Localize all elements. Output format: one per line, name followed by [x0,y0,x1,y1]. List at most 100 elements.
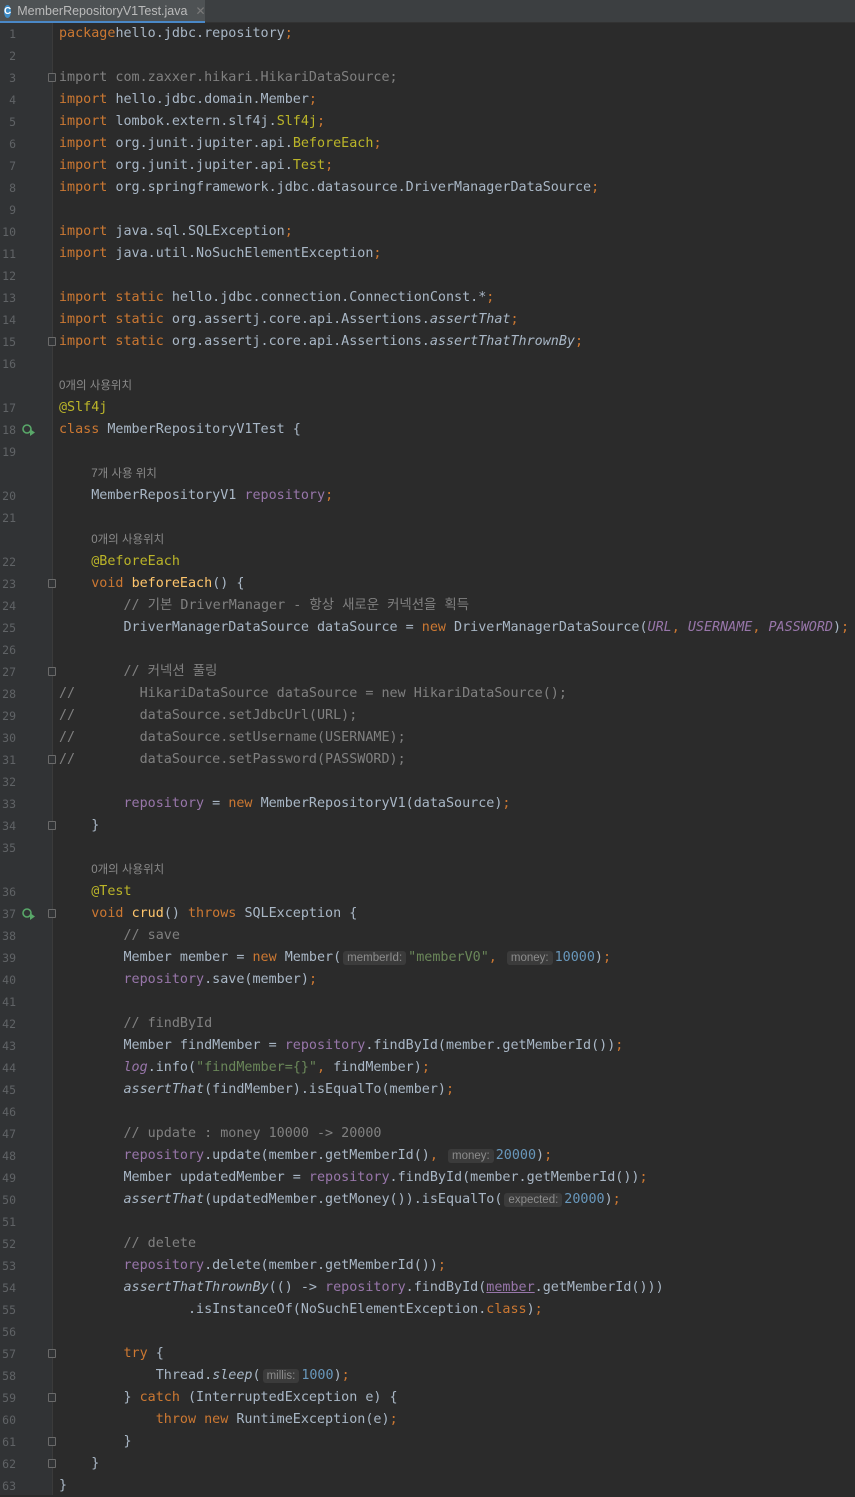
code-line[interactable]: 21 [0,507,855,529]
code-line[interactable]: 10 import java.sql.SQLException; [0,221,855,243]
code-line[interactable]: 14 import static org.assertj.core.api.Ass… [0,309,855,331]
fold-marker-icon[interactable] [48,1393,56,1402]
run-test-icon[interactable] [22,424,36,436]
code-line[interactable]: 41 [0,991,855,1013]
code-line[interactable]: 19 [0,441,855,463]
code-line[interactable]: 32 [0,771,855,793]
code-line[interactable]: 55 .isInstanceOf(NoSuchElementException.… [0,1299,855,1321]
code-line[interactable]: 35 [0,837,855,859]
usage-hint-text[interactable]: 0개의 사용위치 [91,529,164,551]
java-class-icon: C [4,4,12,18]
usage-hint-text[interactable]: 0개의 사용위치 [59,375,132,397]
code-line[interactable]: 33 repository = new MemberRepositoryV1(d… [0,793,855,815]
code-line[interactable]: 63} [0,1475,855,1497]
code-token: class [59,422,108,437]
code-line[interactable]: 13 import static hello.jdbc.connection.Co… [0,287,855,309]
code-line[interactable]: 12 [0,265,855,287]
code-line[interactable]: 54 assertThatThrownBy(() -> repository.f… [0,1277,855,1299]
close-icon[interactable]: ✕ [195,4,205,18]
code-line[interactable]: 40 repository.save(member); [0,969,855,991]
code-line[interactable]: 11 import java.util.NoSuchElementExceptio… [0,243,855,265]
code-line[interactable]: 22 @BeforeEach [0,551,855,573]
code-line[interactable]: 51 [0,1211,855,1233]
run-test-icon[interactable] [22,908,36,920]
code-line[interactable]: 50 assertThat(updatedMember.getMoney()).… [0,1189,855,1211]
fold-marker-icon[interactable] [48,1349,56,1358]
code-line[interactable]: 9 [0,199,855,221]
code-line[interactable]: 17 @Slf4j [0,397,855,419]
code-line[interactable]: 48 repository.update(member.getMemberId(… [0,1145,855,1167]
code-token: } [59,1478,68,1493]
code-line[interactable]: 57 try { [0,1343,855,1365]
code-line[interactable]: 8 import org.springframework.jdbc.datasou… [0,177,855,199]
code-line[interactable]: 2 [0,45,855,67]
code-text: assertThat(findMember).isEqualTo(member)… [59,1079,454,1101]
code-line[interactable]: 49 Member updatedMember = repository.fin… [0,1167,855,1189]
code-line[interactable]: 52 // delete [0,1233,855,1255]
usage-hint[interactable]: 0개의 사용위치 [0,529,855,551]
code-line[interactable]: 47 // update : money 10000 -> 20000 [0,1123,855,1145]
line-number: 30 [2,731,16,745]
code-line[interactable]: 38 // save [0,925,855,947]
code-line[interactable]: 26 [0,639,855,661]
code-line[interactable]: 27 // 커넥션 풀링 [0,661,855,683]
code-line[interactable]: 61 } [0,1431,855,1453]
line-number: 12 [2,269,16,283]
code-line[interactable]: 36 @Test [0,881,855,903]
code-line[interactable]: 30 // dataSource.setUsername(USERNAME); [0,727,855,749]
code-line[interactable]: 29 // dataSource.setJdbcUrl(URL); [0,705,855,727]
fold-marker-icon[interactable] [48,73,56,82]
usage-hint-text[interactable]: 7개 사용 위치 [91,463,157,485]
fold-marker-icon[interactable] [48,1437,56,1446]
code-line[interactable]: 34 } [0,815,855,837]
usage-hint[interactable]: 0개의 사용위치 [0,859,855,881]
fold-marker-icon[interactable] [48,1459,56,1468]
line-number: 3 [9,71,16,85]
code-line[interactable]: 39 Member member = new Member(memberId: "… [0,947,855,969]
code-line[interactable]: 20 MemberRepositoryV1 repository; [0,485,855,507]
code-token: RuntimeException(e) [236,1412,390,1427]
code-line[interactable]: 18 class MemberRepositoryV1Test { [0,419,855,441]
code-line[interactable]: 23 void beforeEach() { [0,573,855,595]
code-line[interactable]: 59 } catch (InterruptedException e) { [0,1387,855,1409]
code-line[interactable]: 25 DriverManagerDataSource dataSource = … [0,617,855,639]
fold-marker-icon[interactable] [48,337,56,346]
code-line[interactable]: 15 import static org.assertj.core.api.Ass… [0,331,855,353]
code-line[interactable]: 44 log.info("findMember={}", findMember)… [0,1057,855,1079]
code-line[interactable]: 28 // HikariDataSource dataSource = new H… [0,683,855,705]
fold-marker-icon[interactable] [48,579,56,588]
code-line[interactable]: 62 } [0,1453,855,1475]
code-line[interactable]: 24 // 기본 DriverManager - 항상 새로운 커넥션을 획득 [0,595,855,617]
code-line[interactable]: 1 packagehello.jdbc.repository; [0,23,855,45]
usage-hint-text[interactable]: 0개의 사용위치 [91,859,164,881]
fold-marker-icon[interactable] [48,909,56,918]
code-line[interactable]: 4 import hello.jdbc.domain.Member; [0,89,855,111]
code-token: import [59,180,116,195]
code-token: @Test [59,884,132,899]
code-line[interactable]: 37 void crud() throws SQLException { [0,903,855,925]
usage-hint[interactable]: 7개 사용 위치 [0,463,855,485]
code-token: ; [373,136,382,151]
code-editor[interactable]: 1 packagehello.jdbc.repository; 2 3 import c… [0,23,855,1495]
code-line[interactable]: 43 Member findMember = repository.findBy… [0,1035,855,1057]
code-line[interactable]: 45 assertThat(findMember).isEqualTo(memb… [0,1079,855,1101]
usage-hint[interactable]: 0개의 사용위치 [0,375,855,397]
file-tab[interactable]: C MemberRepositoryV1Test.java ✕ [0,0,206,23]
code-line[interactable]: 56 [0,1321,855,1343]
code-line[interactable]: 5 import lombok.extern.slf4j.Slf4j; [0,111,855,133]
fold-marker-icon[interactable] [48,755,56,764]
code-line[interactable]: 60 throw new RuntimeException(e); [0,1409,855,1431]
code-line[interactable]: 6 import org.junit.jupiter.api.BeforeEach… [0,133,855,155]
fold-marker-icon[interactable] [48,821,56,830]
code-line[interactable]: 46 [0,1101,855,1123]
code-line[interactable]: 3 import com.zaxxer.hikari.HikariDataSour… [0,67,855,89]
code-line[interactable]: 31 // dataSource.setPassword(PASSWORD); [0,749,855,771]
code-line[interactable]: 58 Thread.sleep(millis: 1000); [0,1365,855,1387]
file-tab-label: MemberRepositoryV1Test.java [17,4,188,18]
code-line[interactable]: 7 import org.junit.jupiter.api.Test; [0,155,855,177]
code-line[interactable]: 53 repository.delete(member.getMemberId(… [0,1255,855,1277]
fold-marker-icon[interactable] [48,667,56,676]
code-line[interactable]: 42 // findById [0,1013,855,1035]
code-line[interactable]: 16 [0,353,855,375]
code-text: packagehello.jdbc.repository; [59,23,293,45]
